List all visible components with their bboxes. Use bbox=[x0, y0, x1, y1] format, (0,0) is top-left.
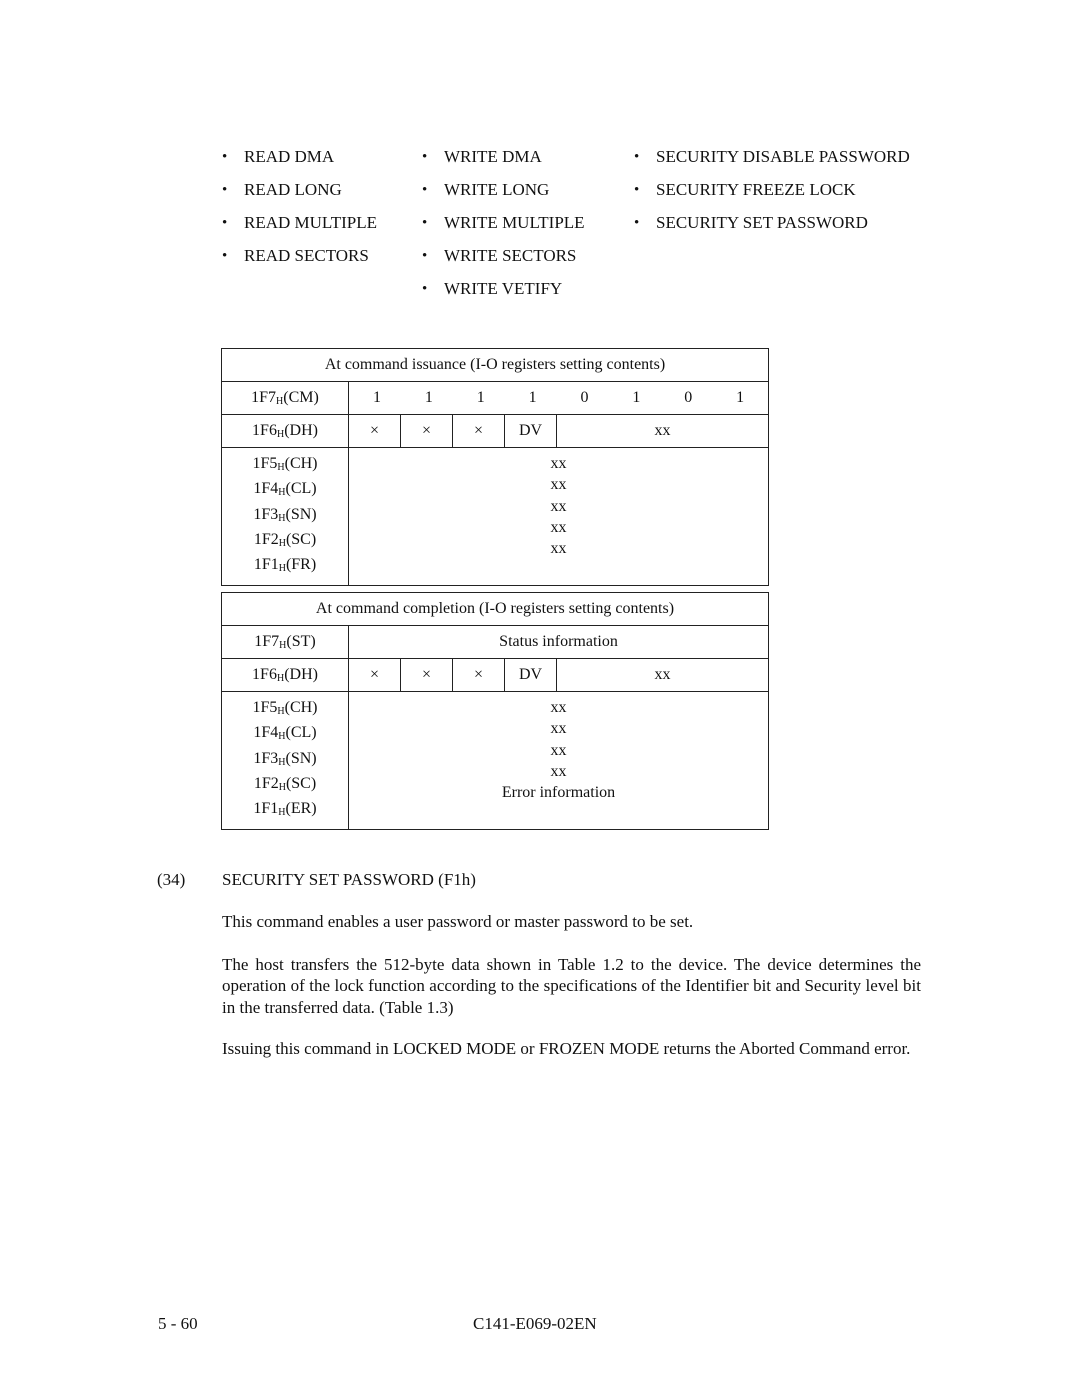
paragraph: Issuing this command in LOCKED MODE or F… bbox=[222, 1039, 911, 1058]
section-number: (34) bbox=[157, 870, 186, 889]
bit-value: 1 bbox=[736, 389, 745, 406]
bullet-icon: • bbox=[634, 215, 640, 231]
dh-cell: × bbox=[348, 658, 401, 692]
dh-cell: DV bbox=[504, 414, 557, 448]
table-title: At command completion (I-O registers set… bbox=[221, 592, 769, 626]
command-bits: 1 1 1 1 0 1 0 1 bbox=[348, 381, 769, 415]
dh-cell: DV bbox=[504, 658, 557, 692]
table-row: 1F5H(CH) 1F4H(CL) 1F3H(SN) 1F2H(SC) 1F1H… bbox=[221, 446, 769, 587]
table-row: 1F7H(ST) Status information bbox=[221, 625, 769, 659]
bullet-icon: • bbox=[222, 182, 228, 198]
bullet-icon: • bbox=[422, 248, 428, 264]
table-row: 1F7H(CM) 1 1 1 1 0 1 0 1 bbox=[221, 381, 769, 415]
bullet-icon: • bbox=[634, 149, 640, 165]
bullet-icon: • bbox=[222, 215, 228, 231]
bit-value: 1 bbox=[632, 389, 641, 406]
bit-value: 1 bbox=[372, 389, 381, 406]
register-labels: 1F5H(CH) 1F4H(CL) 1F3H(SN) 1F2H(SC) 1F1H… bbox=[221, 446, 349, 587]
register-values: xx xx xx xx Error information bbox=[348, 690, 769, 831]
paragraph: The host transfers the 512-byte data sho… bbox=[222, 955, 921, 1017]
bullet-icon: • bbox=[422, 149, 428, 165]
table-row: 1F6H(DH) × × × DV xx bbox=[221, 658, 769, 692]
bullet-icon: • bbox=[422, 281, 428, 297]
bit-value: 0 bbox=[580, 389, 589, 406]
dh-cell: × bbox=[452, 658, 505, 692]
register-label: 1F7H(ST) bbox=[221, 625, 349, 659]
dh-cell: × bbox=[400, 414, 453, 448]
dh-cell: xx bbox=[556, 414, 769, 448]
status-value: Status information bbox=[348, 625, 769, 659]
document-code: C141-E069-02EN bbox=[473, 1314, 597, 1333]
bit-value: 1 bbox=[476, 389, 485, 406]
section-heading: SECURITY SET PASSWORD (F1h) bbox=[222, 870, 476, 889]
bullet-icon: • bbox=[422, 182, 428, 198]
dh-cell: × bbox=[400, 658, 453, 692]
bullet-icon: • bbox=[222, 248, 228, 264]
dh-cell: × bbox=[348, 414, 401, 448]
register-values: xx xx xx xx xx bbox=[348, 446, 769, 587]
table-row: 1F6H(DH) × × × DV xx bbox=[221, 414, 769, 448]
bullet-icon: • bbox=[222, 149, 228, 165]
register-label: 1F6H(DH) bbox=[221, 658, 349, 692]
completion-register-table: At command completion (I-O registers set… bbox=[221, 592, 769, 831]
bullet-icon: • bbox=[422, 215, 428, 231]
issuance-register-table: At command issuance (I-O registers setti… bbox=[221, 348, 769, 587]
table-title: At command issuance (I-O registers setti… bbox=[221, 348, 769, 382]
register-label: 1F6H(DH) bbox=[221, 414, 349, 448]
bit-value: 0 bbox=[684, 389, 693, 406]
paragraph: This command enables a user password or … bbox=[222, 912, 694, 931]
register-label: 1F7H(CM) bbox=[221, 381, 349, 415]
dh-cell: × bbox=[452, 414, 505, 448]
table-row: 1F5H(CH) 1F4H(CL) 1F3H(SN) 1F2H(SC) 1F1H… bbox=[221, 690, 769, 831]
bit-value: 1 bbox=[424, 389, 433, 406]
page-number: 5 - 60 bbox=[158, 1314, 198, 1333]
bit-value: 1 bbox=[528, 389, 537, 406]
register-labels: 1F5H(CH) 1F4H(CL) 1F3H(SN) 1F2H(SC) 1F1H… bbox=[221, 690, 349, 831]
dh-cell: xx bbox=[556, 658, 769, 692]
bullet-icon: • bbox=[634, 182, 640, 198]
